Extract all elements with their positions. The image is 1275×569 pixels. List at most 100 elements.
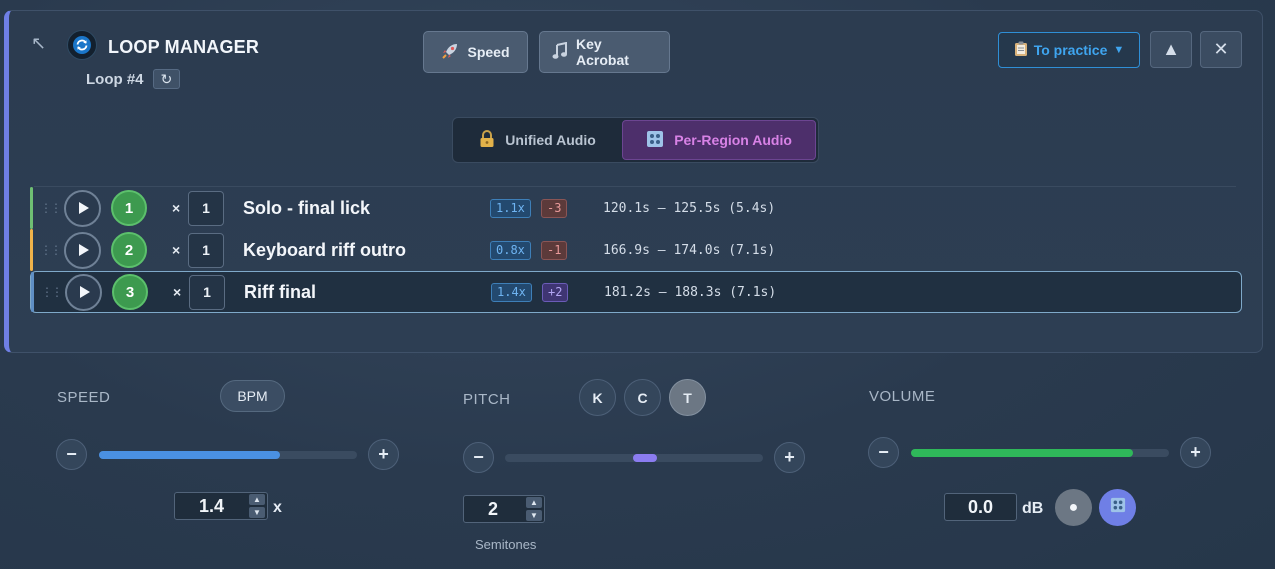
spin-down-icon[interactable]: ▼ (249, 507, 265, 518)
pitch-increase-button[interactable]: + (774, 442, 805, 473)
close-button[interactable]: ✕ (1200, 31, 1242, 68)
play-icon (78, 202, 89, 214)
chevron-down-icon: ▼ (1113, 44, 1125, 56)
region-time-range: 120.1s – 125.5s (5.4s) (603, 200, 776, 216)
speed-button[interactable]: Speed (423, 31, 528, 73)
volume-slider[interactable] (911, 449, 1169, 457)
loop-id-label: Loop #4 (86, 71, 144, 88)
region-row[interactable]: ⋮⋮ 3 × 1 Riff final 1.4x +2 181.2s – 188… (30, 271, 1242, 313)
collapse-button[interactable]: ▲ (1150, 31, 1192, 68)
audio-mode-toggle: Unified Audio Per-Region Audio (452, 117, 819, 163)
loop-logo-icon (67, 30, 97, 60)
minus-icon: − (66, 444, 77, 464)
region-time-range: 181.2s – 188.3s (7.1s) (604, 284, 777, 300)
unified-audio-label: Unified Audio (505, 132, 596, 148)
control-knobs-icon (646, 130, 664, 151)
speed-slider-fill (99, 451, 280, 459)
key-c-button[interactable]: C (624, 379, 661, 416)
pitch-slider[interactable] (505, 454, 763, 462)
volume-decrease-button[interactable]: − (868, 437, 899, 468)
to-practice-dropdown[interactable]: To practice ▼ (998, 32, 1140, 68)
region-name: Riff final (244, 281, 316, 302)
region-pitch-badge: +2 (542, 282, 569, 302)
per-region-volume-button[interactable] (1099, 489, 1136, 526)
repeat-count-input[interactable]: 1 (188, 190, 224, 226)
region-speed-badge: 0.8x (490, 240, 531, 260)
region-color-stripe (31, 272, 34, 312)
region-pitch-badge: -1 (541, 240, 568, 260)
triangle-up-icon: ▲ (1162, 39, 1180, 59)
unified-audio-button[interactable]: Unified Audio (455, 120, 620, 160)
speed-unit: x (273, 499, 282, 516)
volume-increase-button[interactable]: + (1180, 437, 1211, 468)
region-speed-badge: 1.1x (490, 198, 531, 218)
region-row[interactable]: ⋮⋮ 1 × 1 Solo - final lick 1.1x -3 120.1… (30, 187, 1242, 229)
region-row[interactable]: ⋮⋮ 2 × 1 Keyboard riff outro 0.8x -1 166… (30, 229, 1242, 271)
spin-down-icon[interactable]: ▼ (526, 510, 542, 521)
region-index-badge: 3 (112, 274, 148, 310)
semitones-caption: Semitones (475, 537, 537, 552)
per-region-audio-label: Per-Region Audio (674, 132, 792, 148)
play-icon (79, 286, 90, 298)
refresh-button[interactable]: ↻ (153, 69, 180, 89)
plus-icon: + (1190, 442, 1201, 462)
region-color-stripe (30, 229, 33, 271)
volume-value: 0.0 (967, 496, 994, 517)
volume-input[interactable]: 0.0 (944, 493, 1017, 521)
play-icon (78, 244, 89, 256)
key-acrobat-label: Key Acrobat (576, 36, 629, 68)
repeat-count-input[interactable]: 1 (188, 232, 224, 268)
drag-handle-icon[interactable]: ⋮⋮ (41, 285, 63, 299)
speed-decrease-button[interactable]: − (56, 439, 87, 470)
region-index-badge: 1 (111, 190, 147, 226)
pitch-decrease-button[interactable]: − (463, 442, 494, 473)
spin-up-icon[interactable]: ▲ (249, 494, 265, 505)
play-button[interactable] (64, 189, 101, 227)
bpm-button[interactable]: BPM (220, 380, 285, 412)
drag-handle-icon[interactable]: ⋮⋮ (40, 243, 62, 257)
speed-value: 1.4 (199, 495, 225, 516)
page-title: LOOP MANAGER (108, 37, 260, 57)
times-icon: × (172, 200, 181, 216)
region-index-badge: 2 (111, 232, 147, 268)
speed-input[interactable]: 1.4 ▲ ▼ (174, 492, 268, 520)
control-knobs-icon (1110, 497, 1126, 518)
plus-icon: + (378, 444, 389, 464)
per-region-audio-button[interactable]: Per-Region Audio (622, 120, 816, 160)
speed-slider[interactable] (99, 451, 357, 459)
plus-icon: + (784, 447, 795, 467)
spin-up-icon[interactable]: ▲ (526, 497, 542, 508)
times-icon: × (173, 284, 182, 300)
volume-section-label: VOLUME (869, 388, 936, 405)
times-icon: × (172, 242, 181, 258)
speed-button-label: Speed (467, 44, 510, 60)
key-t-button[interactable]: T (669, 379, 706, 416)
music-note-icon (552, 41, 568, 63)
region-color-stripe (30, 187, 33, 229)
speed-section-label: SPEED (57, 389, 111, 406)
repeat-count-input[interactable]: 1 (189, 274, 225, 310)
play-button[interactable] (64, 231, 101, 269)
record-button[interactable]: ● (1055, 489, 1092, 526)
region-name: Solo - final lick (243, 197, 371, 218)
pitch-slider-thumb[interactable] (633, 454, 657, 462)
pitch-value: 2 (488, 498, 499, 519)
speed-increase-button[interactable]: + (368, 439, 399, 470)
key-k-button[interactable]: K (579, 379, 616, 416)
region-name: Keyboard riff outro (243, 239, 407, 260)
region-pitch-badge: -3 (541, 198, 568, 218)
drag-handle-icon[interactable]: ⋮⋮ (40, 201, 62, 215)
region-time-range: 166.9s – 174.0s (7.1s) (603, 242, 776, 258)
pitch-spinner: ▲ ▼ (526, 497, 542, 521)
to-practice-label: To practice (1033, 42, 1108, 58)
lock-icon (479, 129, 495, 151)
rocket-icon (441, 42, 459, 63)
expand-icon[interactable]: ↖ (31, 33, 46, 54)
speed-spinner: ▲ ▼ (249, 494, 265, 518)
region-speed-badge: 1.4x (491, 282, 532, 302)
key-acrobat-button[interactable]: Key Acrobat (539, 31, 670, 73)
pitch-input[interactable]: 2 ▲ ▼ (463, 495, 545, 523)
dot-icon: ● (1068, 498, 1079, 516)
play-button[interactable] (65, 273, 102, 311)
refresh-icon: ↻ (160, 71, 173, 87)
